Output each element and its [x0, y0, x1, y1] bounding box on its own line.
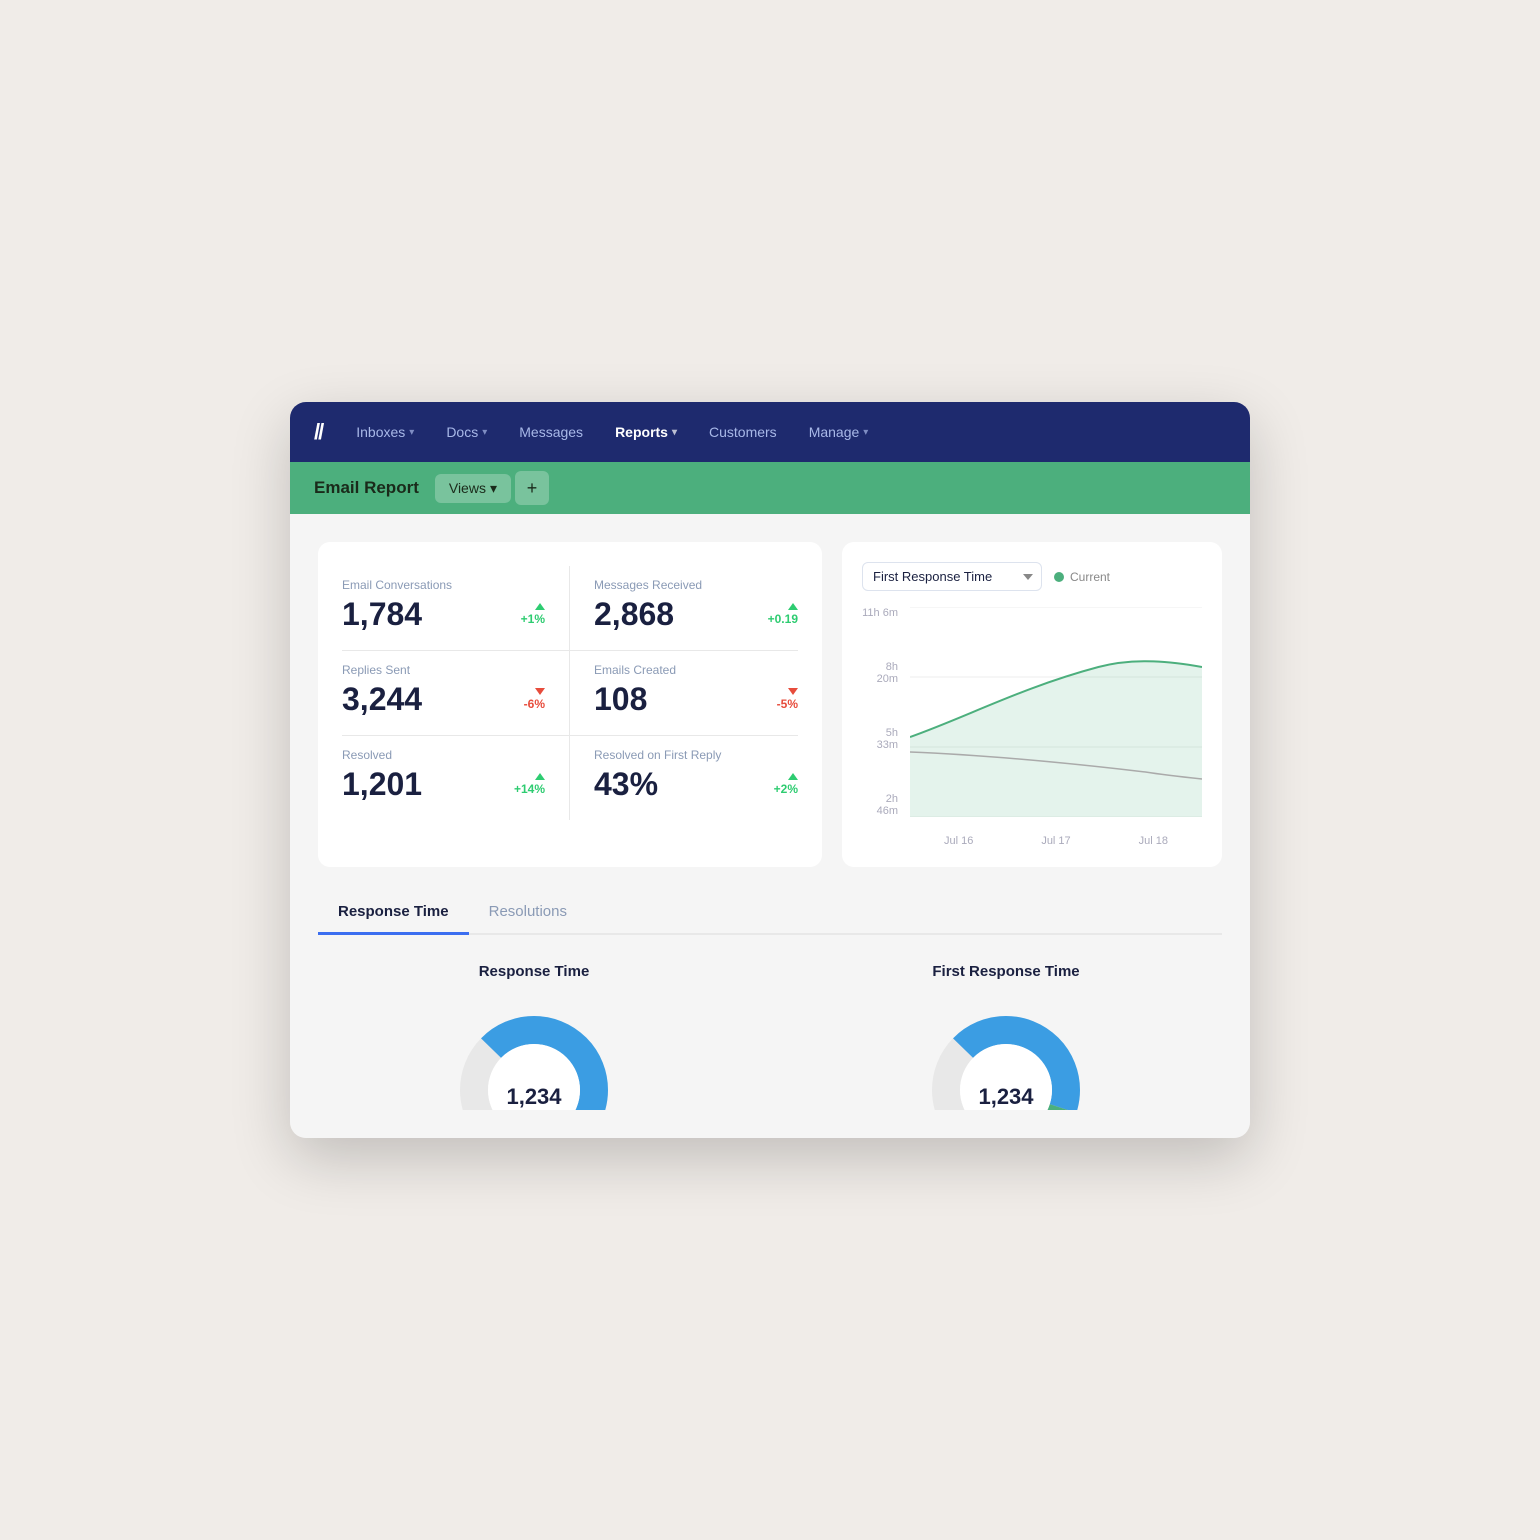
stats-grid: Email Conversations 1,784 +1% Messages R… — [342, 566, 798, 820]
stats-chart-row: Email Conversations 1,784 +1% Messages R… — [318, 542, 1222, 867]
chart-header: First Response Time Current — [862, 562, 1202, 591]
subnav: Email Report Views ▾ + — [290, 462, 1250, 514]
chart-area: 11h 6m 8h 20m 5h 33m 2h 46m — [862, 607, 1202, 847]
donut-chart-2: 1,234 — [916, 1000, 1096, 1110]
donut-chart-1: 1,234 — [444, 1000, 624, 1110]
arrow-up-icon — [788, 603, 798, 610]
stats-panel: Email Conversations 1,784 +1% Messages R… — [318, 542, 822, 867]
stat-change-up: +2% — [774, 773, 798, 800]
nav-item-reports[interactable]: Reports ▾ — [601, 416, 691, 448]
arrow-down-icon — [788, 688, 798, 695]
legend-dot-icon — [1054, 572, 1064, 582]
stat-replies-sent: Replies Sent 3,244 -6% — [342, 651, 570, 736]
chevron-down-icon: ▾ — [482, 427, 487, 438]
stat-change-up: +0.19 — [768, 603, 798, 630]
chart-metric-select[interactable]: First Response Time — [862, 562, 1042, 591]
chart-svg — [910, 607, 1202, 817]
donut-first-response-time: First Response Time — [790, 963, 1222, 1110]
chevron-down-icon: ▾ — [490, 480, 497, 497]
tabs-row: Response Time Resolutions — [318, 891, 1222, 935]
donut-response-time: Response Time 1,234 — [318, 963, 750, 1110]
stat-change-down: -5% — [777, 688, 798, 715]
chevron-down-icon: ▾ — [672, 427, 677, 438]
app-window: // Inboxes ▾ Docs ▾ Messages Reports ▾ C… — [290, 402, 1250, 1138]
stat-change-up: +14% — [514, 773, 545, 800]
arrow-up-icon — [788, 773, 798, 780]
stat-messages-received: Messages Received 2,868 +0.19 — [570, 566, 798, 651]
stat-resolved-first-reply: Resolved on First Reply 43% +2% — [570, 736, 798, 820]
chart-legend: Current — [1054, 570, 1110, 584]
chart-x-labels: Jul 16 Jul 17 Jul 18 — [910, 835, 1202, 847]
arrow-down-icon — [535, 688, 545, 695]
tab-response-time[interactable]: Response Time — [318, 891, 469, 935]
page-title: Email Report — [314, 478, 419, 498]
main-content: Email Conversations 1,784 +1% Messages R… — [290, 514, 1250, 1138]
nav-item-manage[interactable]: Manage ▾ — [795, 416, 883, 448]
stat-emails-created: Emails Created 108 -5% — [570, 651, 798, 736]
stat-change-up: +1% — [521, 603, 545, 630]
nav-item-docs[interactable]: Docs ▾ — [432, 416, 501, 448]
views-button[interactable]: Views ▾ — [435, 474, 511, 503]
stat-email-conversations: Email Conversations 1,784 +1% — [342, 566, 570, 651]
nav-item-inboxes[interactable]: Inboxes ▾ — [342, 416, 428, 448]
arrow-up-icon — [535, 603, 545, 610]
stat-resolved: Resolved 1,201 +14% — [342, 736, 570, 820]
arrow-up-icon — [535, 773, 545, 780]
chevron-down-icon: ▾ — [863, 427, 868, 438]
tab-resolutions[interactable]: Resolutions — [469, 891, 587, 935]
stat-change-down: -6% — [524, 688, 545, 715]
add-view-button[interactable]: + — [515, 471, 549, 505]
logo: // — [314, 419, 322, 445]
nav-item-messages[interactable]: Messages — [505, 416, 597, 448]
navbar: // Inboxes ▾ Docs ▾ Messages Reports ▾ C… — [290, 402, 1250, 462]
chevron-down-icon: ▾ — [409, 427, 414, 438]
chart-y-labels: 11h 6m 8h 20m 5h 33m 2h 46m — [862, 607, 904, 817]
nav-item-customers[interactable]: Customers — [695, 416, 791, 448]
donuts-row: Response Time 1,234 — [318, 963, 1222, 1138]
chart-panel: First Response Time Current 11h 6m 8h 20… — [842, 542, 1222, 867]
